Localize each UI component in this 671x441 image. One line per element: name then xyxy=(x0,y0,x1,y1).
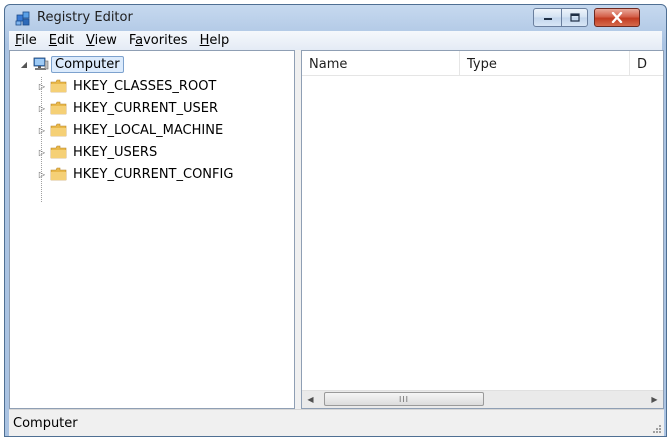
collapse-arrow-icon[interactable]: ◢ xyxy=(18,58,30,70)
tree-label-computer[interactable]: Computer xyxy=(51,55,124,73)
maximize-button[interactable] xyxy=(561,8,588,27)
tree-label[interactable]: HKEY_CURRENT_CONFIG xyxy=(73,167,233,182)
folder-icon xyxy=(50,101,67,115)
tree-item-hkey-current-config[interactable]: ▷ HKEY_CURRENT_CONFIG xyxy=(36,163,234,185)
tree-item-hkey-users[interactable]: ▷ HKEY_USERS xyxy=(36,141,157,163)
tree-item-computer[interactable]: ◢ Computer xyxy=(18,53,124,75)
folder-icon xyxy=(50,123,67,137)
values-list-pane[interactable]: Name Type D ◀ III ▶ xyxy=(301,50,664,409)
menu-bar: File Edit View Favorites Help xyxy=(9,31,662,50)
tree-item-hkey-local-machine[interactable]: ▷ HKEY_LOCAL_MACHINE xyxy=(36,119,223,141)
close-button[interactable] xyxy=(594,8,640,27)
status-bar: Computer xyxy=(9,409,664,436)
tree-label[interactable]: HKEY_CLASSES_ROOT xyxy=(73,79,216,94)
column-header-data[interactable]: D xyxy=(630,51,663,75)
menu-favorites[interactable]: Favorites xyxy=(123,31,194,50)
expand-arrow-icon[interactable]: ▷ xyxy=(36,168,48,180)
close-icon xyxy=(611,12,623,23)
computer-icon xyxy=(33,57,49,70)
scroll-right-arrow-icon[interactable]: ▶ xyxy=(646,391,663,408)
expand-arrow-icon[interactable]: ▷ xyxy=(36,80,48,92)
scroll-left-arrow-icon[interactable]: ◀ xyxy=(302,391,319,408)
expand-arrow-icon[interactable]: ▷ xyxy=(36,102,48,114)
scroll-thumb[interactable]: III xyxy=(324,392,484,406)
title-bar[interactable]: Registry Editor xyxy=(5,5,666,29)
menu-file[interactable]: File xyxy=(9,31,43,50)
expand-arrow-icon[interactable]: ▷ xyxy=(36,124,48,136)
folder-icon xyxy=(50,79,67,93)
registry-editor-icon[interactable] xyxy=(15,10,33,26)
maximize-icon xyxy=(569,13,580,22)
registry-editor-window: Registry Editor File Edit View Favorites… xyxy=(4,4,667,437)
column-header-type[interactable]: Type xyxy=(460,51,630,75)
folder-icon xyxy=(50,167,67,181)
tree-label[interactable]: HKEY_USERS xyxy=(73,145,157,160)
tree-item-hkey-classes-root[interactable]: ▷ HKEY_CLASSES_ROOT xyxy=(36,75,216,97)
status-text: Computer xyxy=(13,416,78,431)
resize-grip-icon[interactable] xyxy=(652,424,662,434)
horizontal-scrollbar[interactable]: ◀ III ▶ xyxy=(302,390,663,408)
tree-label[interactable]: HKEY_LOCAL_MACHINE xyxy=(73,123,223,138)
expand-arrow-icon[interactable]: ▷ xyxy=(36,146,48,158)
column-headers: Name Type D xyxy=(302,51,663,76)
tree-label[interactable]: HKEY_CURRENT_USER xyxy=(73,101,218,116)
folder-icon xyxy=(50,145,67,159)
minimize-button[interactable] xyxy=(533,8,562,27)
minimize-icon xyxy=(543,17,552,20)
menu-edit[interactable]: Edit xyxy=(43,31,80,50)
content-area: ◢ Computer ▷ HKEY_CLASSES_ROOT ▷ HKEY_CU… xyxy=(9,50,664,409)
tree-item-hkey-current-user[interactable]: ▷ HKEY_CURRENT_USER xyxy=(36,97,218,119)
menu-help[interactable]: Help xyxy=(194,31,236,50)
column-header-name[interactable]: Name xyxy=(302,51,460,75)
window-title: Registry Editor xyxy=(37,10,133,25)
key-tree-pane[interactable]: ◢ Computer ▷ HKEY_CLASSES_ROOT ▷ HKEY_CU… xyxy=(9,50,295,409)
menu-view[interactable]: View xyxy=(80,31,123,50)
